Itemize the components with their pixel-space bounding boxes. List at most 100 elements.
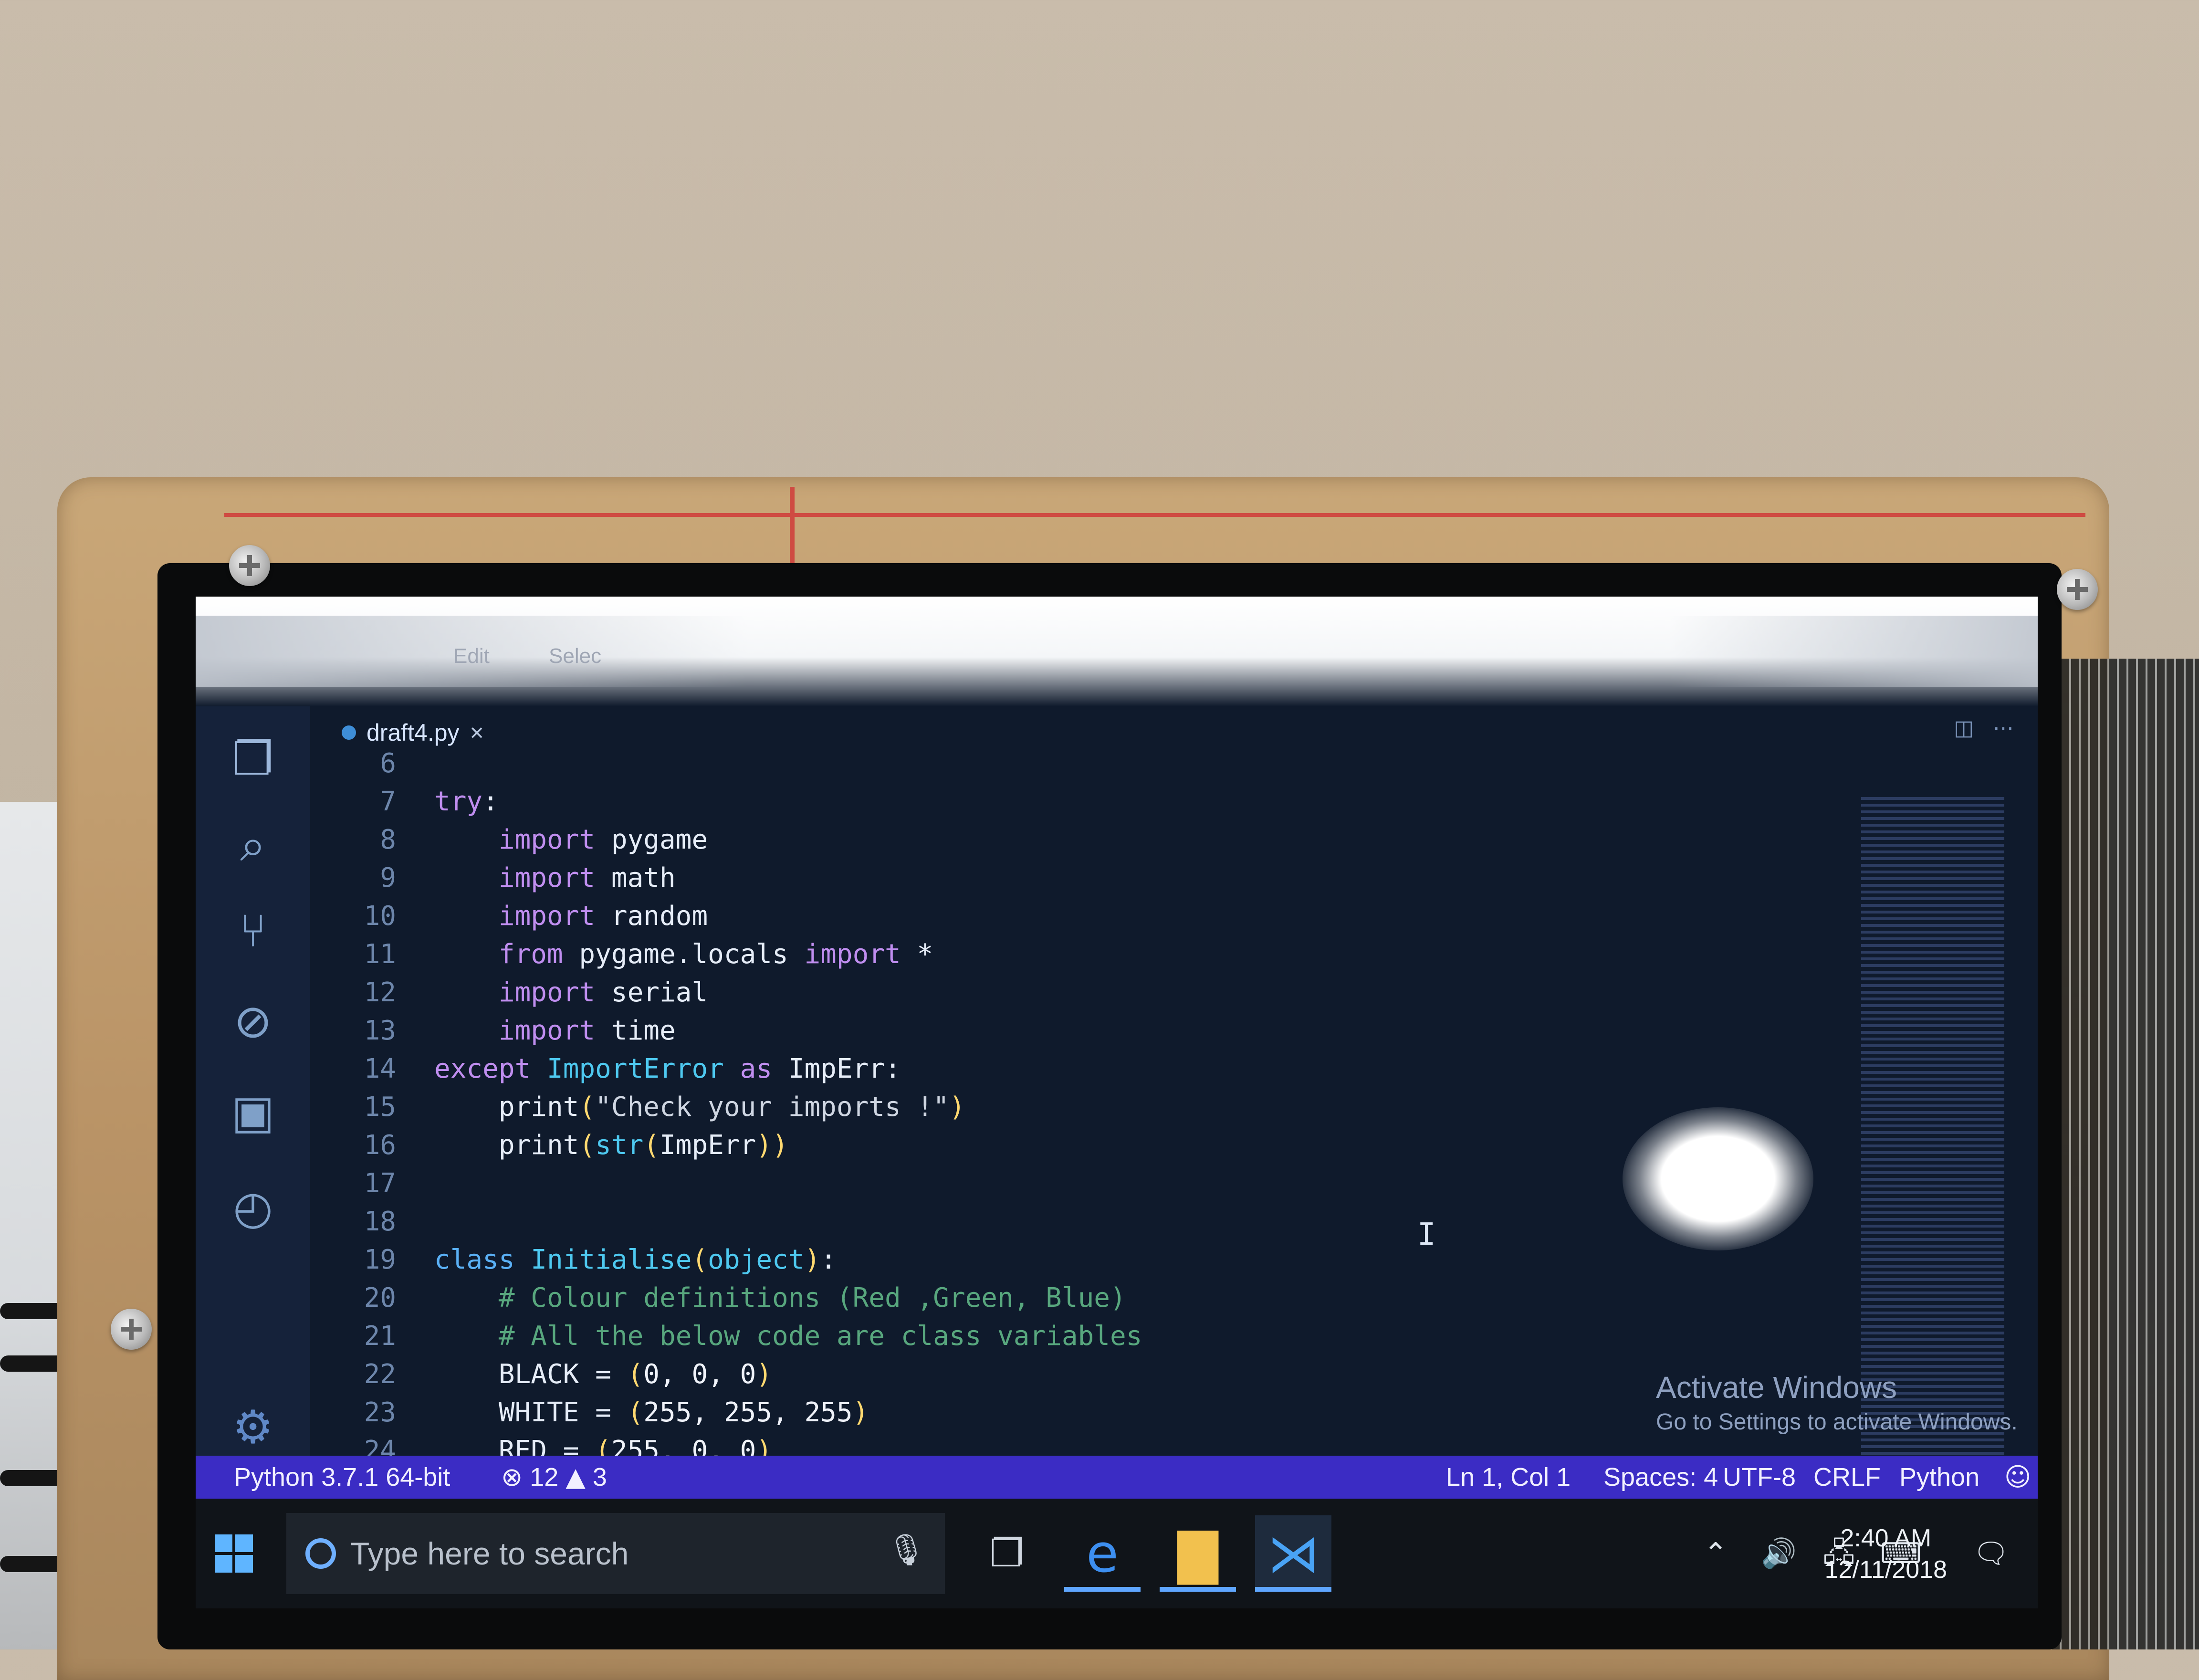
- code-token: print: [434, 1130, 579, 1161]
- warning-count: 3: [592, 1463, 607, 1491]
- code-token: except: [434, 1053, 531, 1084]
- code-token: (: [579, 1092, 596, 1123]
- extensions-icon[interactable]: ▣: [220, 1079, 286, 1145]
- action-center-icon[interactable]: 🗨: [1973, 1499, 2009, 1608]
- debug-icon[interactable]: ⊘: [220, 988, 286, 1055]
- line-number: 23: [364, 1397, 396, 1428]
- code-token: "Check your imports !": [595, 1092, 949, 1123]
- explorer-icon[interactable]: ❐: [220, 725, 286, 792]
- code-text: print(str(ImpErr)): [434, 1126, 788, 1165]
- warning-icon: ▲: [565, 1462, 586, 1492]
- screw: [2057, 569, 2098, 610]
- code-token: import: [498, 1015, 596, 1046]
- watermark-subtitle: Go to Settings to activate Windows.: [1656, 1409, 2018, 1435]
- code-editor[interactable]: 6 7 try: 8 import pygame 9 import math 10 imp…: [310, 748, 1813, 1504]
- gear-icon[interactable]: ⚙: [220, 1394, 286, 1460]
- code-token: time: [595, 1015, 676, 1046]
- line-number: 11: [364, 939, 396, 970]
- code-token: # Colour definitions (Red ,Green, Blue): [434, 1282, 1126, 1313]
- code-token: pygame: [595, 824, 708, 855]
- editor-actions: ◫ ⋯: [1954, 716, 2014, 740]
- code-text: from pygame.locals import *: [434, 935, 933, 974]
- watermark-title: Activate Windows: [1656, 1370, 1897, 1405]
- line-ending[interactable]: CRLF: [1813, 1456, 1881, 1499]
- split-editor-icon[interactable]: ◫: [1954, 716, 1974, 740]
- system-clock[interactable]: 2:40 AM 12/11/2018: [1825, 1522, 1947, 1586]
- line-number: 10: [364, 901, 396, 932]
- status-bar: Python 3.7.1 64-bit ⊗ 12 ▲ 3 Ln 1, Col 1…: [196, 1456, 2038, 1499]
- line-number: 8: [380, 824, 396, 855]
- line-number: 22: [364, 1359, 396, 1390]
- line-number: 16: [364, 1130, 396, 1161]
- code-token: ImpErr:: [772, 1053, 901, 1084]
- cortana-icon: [305, 1538, 336, 1569]
- show-hidden-icons-chevron-icon[interactable]: ⌃: [1704, 1499, 1728, 1608]
- more-actions-icon[interactable]: ⋯: [1993, 716, 2014, 740]
- language-mode[interactable]: Python: [1899, 1456, 1979, 1499]
- code-token: ): [804, 1244, 821, 1275]
- code-token: # All the below code are class variables: [434, 1321, 1142, 1352]
- code-token: )): [756, 1130, 788, 1161]
- code-text: import pygame: [434, 821, 708, 859]
- tab-close-button[interactable]: ×: [470, 719, 484, 746]
- problems-indicator[interactable]: ⊗ 12 ▲ 3: [501, 1456, 607, 1499]
- light-reflection: [1623, 1107, 1813, 1250]
- python-file-icon: [342, 725, 356, 740]
- code-token: ImpErr: [660, 1130, 756, 1161]
- code-token: import: [498, 824, 596, 855]
- code-token: as: [740, 1053, 773, 1084]
- search-placeholder: Type here to search: [350, 1536, 629, 1571]
- code-text: import time: [434, 1012, 676, 1050]
- code-token: object: [708, 1244, 805, 1275]
- cursor-position[interactable]: Ln 1, Col 1: [1446, 1456, 1571, 1499]
- code-token: WHITE =: [434, 1397, 628, 1428]
- file-explorer-icon[interactable]: ▇: [1160, 1515, 1236, 1592]
- code-token: import: [498, 977, 596, 1008]
- code-token: import: [804, 939, 901, 970]
- microphone-icon[interactable]: 🎙: [887, 1532, 926, 1568]
- code-token: (: [691, 1244, 708, 1275]
- code-text: BLACK = (0, 0, 0): [434, 1355, 772, 1394]
- code-token: *: [901, 939, 933, 970]
- code-token: try: [434, 786, 483, 817]
- line-number: 12: [364, 977, 396, 1008]
- code-token: BLACK =: [434, 1359, 628, 1390]
- display-screen: ❐ ⌕ ⑂ ⊘ ▣ ◴ ⚙ draft4.py × ◫ ⋯ 6 7 try: 8 im…: [196, 597, 2038, 1608]
- code-token: str: [595, 1130, 644, 1161]
- volume-icon[interactable]: 🔊: [1761, 1499, 1797, 1608]
- code-token: (: [643, 1130, 660, 1161]
- remote-icon[interactable]: ◴: [220, 1174, 286, 1241]
- edge-browser-icon[interactable]: e: [1064, 1515, 1141, 1592]
- feedback-smiley-icon[interactable]: ☺: [2004, 1456, 2031, 1499]
- line-number: 7: [380, 786, 396, 817]
- windows-start-button[interactable]: [215, 1534, 253, 1573]
- line-number: 13: [364, 1015, 396, 1046]
- red-marking: [790, 487, 795, 568]
- taskbar-search[interactable]: Type here to search 🎙: [286, 1513, 945, 1594]
- code-text: # Colour definitions (Red ,Green, Blue): [434, 1279, 1126, 1317]
- code-text: except ImportError as ImpErr:: [434, 1050, 901, 1088]
- python-interpreter[interactable]: Python 3.7.1 64-bit: [234, 1456, 450, 1499]
- indentation[interactable]: Spaces: 4: [1603, 1456, 1718, 1499]
- code-token: class: [434, 1244, 515, 1275]
- vscode-icon[interactable]: ⋊: [1255, 1515, 1331, 1592]
- code-token: serial: [595, 977, 708, 1008]
- search-icon[interactable]: ⌕: [220, 811, 286, 878]
- task-view-icon[interactable]: ❐: [969, 1515, 1045, 1592]
- taskbar: Type here to search 🎙 ❐ e ▇ ⋊ ⌃ 🔊 🖧 ⌨ 2:…: [196, 1499, 2038, 1608]
- red-marking: [224, 513, 2085, 517]
- menu-selection[interactable]: Selec: [549, 644, 601, 668]
- source-control-icon[interactable]: ⑂: [220, 897, 286, 964]
- menu-edit[interactable]: Edit: [453, 644, 490, 668]
- text-cursor-icon: I: [1417, 1217, 1436, 1252]
- code-token: Initialise: [531, 1244, 692, 1275]
- code-text: WHITE = (255, 255, 255): [434, 1394, 869, 1432]
- encoding[interactable]: UTF-8: [1723, 1456, 1796, 1499]
- code-token: 255, 255, 255: [643, 1397, 853, 1428]
